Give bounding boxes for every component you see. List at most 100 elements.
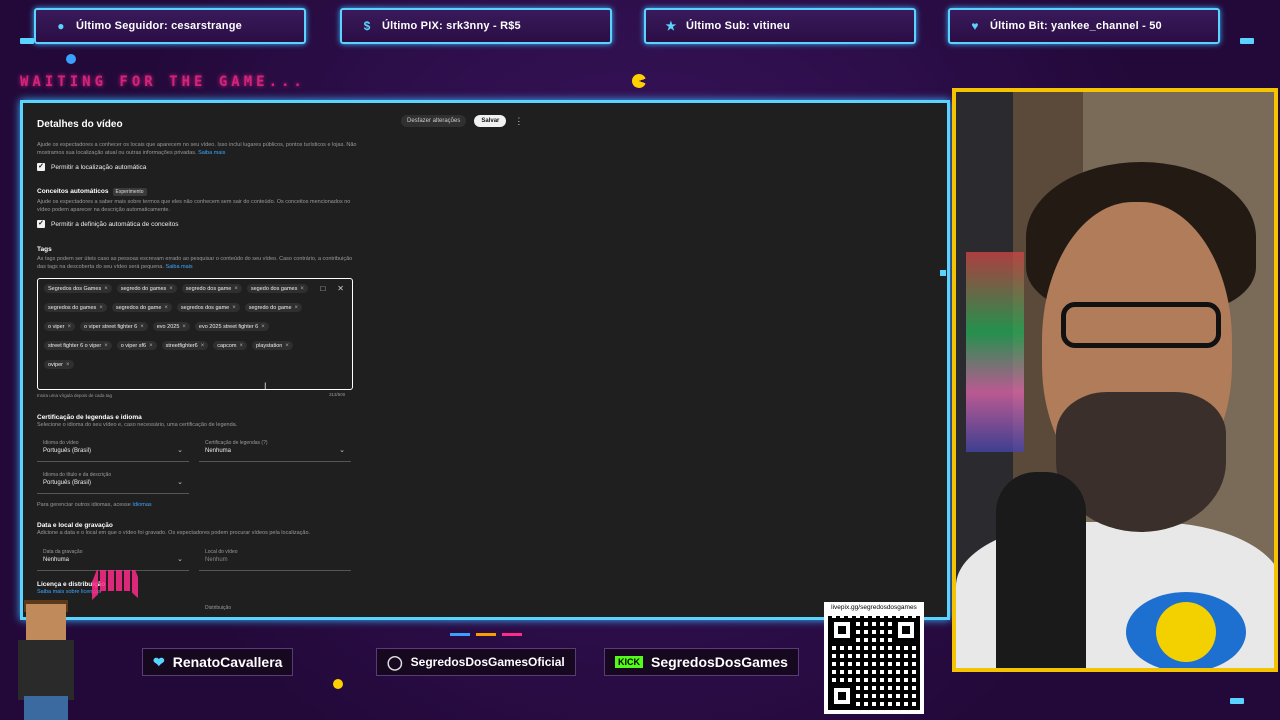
tag-label: segredos dos game xyxy=(180,304,230,311)
location-learn-more-link[interactable]: Saiba mais xyxy=(198,150,225,156)
decor-dot xyxy=(20,38,34,44)
tag-chip[interactable]: capcom × xyxy=(213,341,248,350)
tag-label: segedo dos games xyxy=(250,285,298,292)
tag-chip[interactable]: Segredos dos Games × xyxy=(44,284,112,293)
tags-learn-more-link[interactable]: Saiba mais xyxy=(165,264,192,270)
remove-tag-icon[interactable]: × xyxy=(261,324,265,330)
tag-chip[interactable]: o viper × xyxy=(44,322,76,331)
remove-tag-icon[interactable]: × xyxy=(104,343,108,349)
kick-label: SegredosDosGames xyxy=(651,654,788,670)
cert-section: Certificação de legendas e idioma Seleci… xyxy=(37,414,357,429)
diamond-icon: ♥ xyxy=(971,19,979,33)
remove-tag-icon[interactable]: × xyxy=(232,305,236,311)
title-language-select[interactable]: Idioma do título e da descrição Portuguê… xyxy=(37,470,189,494)
header-actions: Desfazer alterações Salvar ⋮ xyxy=(401,115,523,127)
languages-link[interactable]: Idiomas xyxy=(132,502,151,508)
tag-chip[interactable]: street fighter 6 o viper × xyxy=(44,341,112,350)
tag-chip[interactable]: segredo dos game × xyxy=(181,284,242,293)
youtube-studio-details: Detalhes do vídeo Desfazer alterações Sa… xyxy=(23,103,947,617)
screen-capture-frame: Detalhes do vídeo Desfazer alterações Sa… xyxy=(20,100,950,620)
decor-dash xyxy=(502,633,522,636)
remove-tag-icon[interactable]: × xyxy=(300,286,304,292)
remove-tag-icon[interactable]: × xyxy=(182,324,186,330)
undo-button[interactable]: Desfazer alterações xyxy=(401,115,467,127)
decor-dash xyxy=(476,633,496,636)
text-cursor-icon: I xyxy=(264,381,267,391)
tags-counter: 313/500 xyxy=(329,392,346,397)
video-language-select[interactable]: Idioma do vídeo Português (Brasil) ⌄ xyxy=(37,438,189,462)
concepts-desc: Ajude os espectadores a saber mais sobre… xyxy=(37,199,351,213)
last-bit-label: Último Bit: yankee_channel - 50 xyxy=(990,20,1162,32)
remove-tag-icon[interactable]: × xyxy=(104,286,108,292)
concepts-checkbox[interactable]: ✓ xyxy=(37,220,45,228)
webcam-frame xyxy=(952,88,1278,672)
remove-tag-icon[interactable]: × xyxy=(66,362,70,368)
tag-chip[interactable]: segredos do game × xyxy=(111,303,172,312)
microphone xyxy=(996,472,1086,668)
tag-label: playstation xyxy=(256,342,283,349)
remove-tag-icon[interactable]: × xyxy=(68,324,72,330)
tag-chip[interactable]: evo 2025 × xyxy=(152,322,190,331)
tags-desc: As tags podem ser úteis caso as pessoas … xyxy=(37,256,353,270)
tags-input[interactable]: Segredos dos Games × segredo do games × segr… xyxy=(37,278,353,390)
video-location-input[interactable]: Local do vídeo Nenhum xyxy=(199,547,351,571)
title-language-label: Idioma do título e da descrição xyxy=(43,472,112,478)
remove-tag-icon[interactable]: × xyxy=(169,286,173,292)
location-section: Ajude os espectadores a conhecer os loca… xyxy=(37,141,357,171)
tags-hint: Insira uma vírgula depois de cada tag xyxy=(37,393,113,398)
video-location-label: Local do vídeo xyxy=(205,549,238,555)
remove-tag-icon[interactable]: × xyxy=(240,343,244,349)
more-options-icon[interactable]: ⋮ xyxy=(514,116,523,127)
video-location-value: Nenhum xyxy=(205,557,228,563)
caption-cert-select[interactable]: Certificação de legendas (?) Nenhuma ⌄ xyxy=(199,438,351,462)
tag-chip[interactable]: oviper × xyxy=(44,360,74,369)
tag-chip[interactable]: o viper street fighter 6 × xyxy=(80,322,148,331)
tag-label: segredos do game xyxy=(115,304,162,311)
tag-chip[interactable]: segredo do games × xyxy=(116,284,177,293)
pacman-icon xyxy=(632,74,646,88)
remove-tag-icon[interactable]: × xyxy=(99,305,103,311)
caption-cert-value: Nenhuma xyxy=(205,448,232,454)
location-desc: Ajude os espectadores a conhecer os loca… xyxy=(37,142,357,156)
remove-tag-icon[interactable]: × xyxy=(234,286,238,292)
tag-chip[interactable]: o viper sf6 × xyxy=(116,341,157,350)
location-checkbox[interactable]: ✓ xyxy=(37,163,45,171)
close-icon[interactable]: ✕ xyxy=(337,284,344,293)
remove-tag-icon[interactable]: × xyxy=(201,343,205,349)
remove-tag-icon[interactable]: × xyxy=(295,305,299,311)
star-icon: ★ xyxy=(665,19,677,33)
copy-icon[interactable]: □ xyxy=(320,284,325,293)
tag-chip[interactable]: streetfighter6 × xyxy=(161,341,209,350)
waiting-banner: WAITING FOR THE GAME... xyxy=(20,74,306,90)
shirt-logo-face xyxy=(1156,602,1216,662)
remove-tag-icon[interactable]: × xyxy=(140,324,144,330)
remove-tag-icon[interactable]: × xyxy=(164,305,168,311)
tag-label: capcom xyxy=(217,342,237,349)
cert-title: Certificação de legendas e idioma xyxy=(37,414,142,421)
recording-date-select[interactable]: Data da gravação Nenhuma ⌄ xyxy=(37,547,189,571)
last-pix-label: Último PIX: srk3nny - R$5 xyxy=(382,20,521,32)
remove-tag-icon[interactable]: × xyxy=(149,343,153,349)
qr-code-panel: livepix.gg/segredosdosgames xyxy=(824,602,924,714)
decor-dot xyxy=(940,270,946,276)
date-section: Data e local de gravação Adicione a data… xyxy=(37,522,357,537)
remove-tag-icon[interactable]: × xyxy=(285,343,289,349)
distribution-select[interactable]: Distribuição xyxy=(199,603,351,617)
tag-chip[interactable]: segredos dos game × xyxy=(176,303,240,312)
save-button[interactable]: Salvar xyxy=(474,115,507,127)
twitter-handle: ❤ RenatoCavallera xyxy=(142,648,294,676)
license-section: Licença e distribuição Saiba mais sobre … xyxy=(37,581,357,596)
last-sub-bar: ★ Último Sub: vitineu xyxy=(644,8,916,44)
tag-label: segredo dos game xyxy=(185,285,232,292)
webcam-poster xyxy=(966,252,1024,452)
tag-label: segredo do games xyxy=(120,285,167,292)
license-link[interactable]: Saiba mais sobre licenças xyxy=(37,588,357,596)
tag-label: oviper xyxy=(48,361,63,368)
tag-chip[interactable]: evo 2025 street fighter 6 × xyxy=(194,322,269,331)
dollar-icon: $ xyxy=(363,19,371,33)
tag-chip[interactable]: segredo do game × xyxy=(244,303,303,312)
tag-chip[interactable]: segedo dos games × xyxy=(246,284,308,293)
tag-label: evo 2025 xyxy=(156,323,180,330)
tag-chip[interactable]: playstation × xyxy=(252,341,293,350)
tag-chip[interactable]: segredos do games × xyxy=(44,303,107,312)
